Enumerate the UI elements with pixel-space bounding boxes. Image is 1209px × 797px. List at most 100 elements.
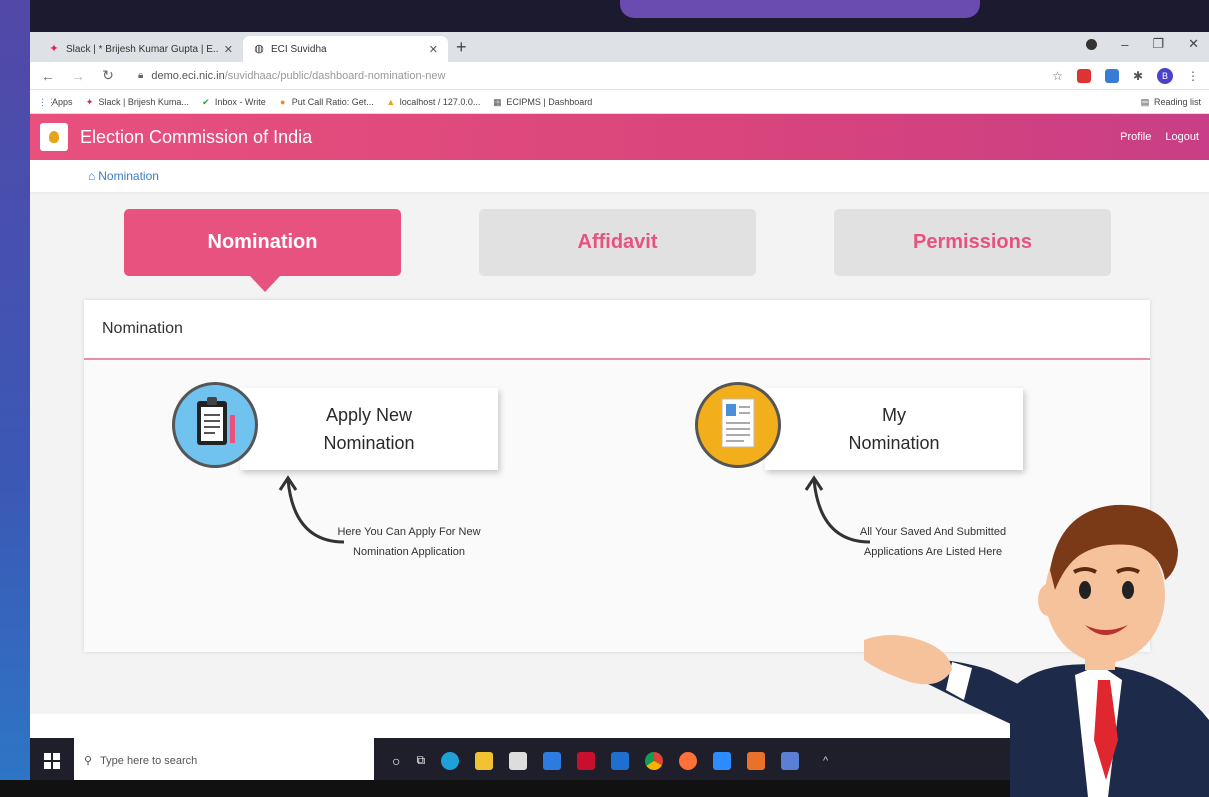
reload-button[interactable]: ↻ [100,67,116,84]
tab-permissions[interactable]: Permissions [834,209,1111,276]
firefox-icon[interactable] [679,751,698,770]
eci-logo [40,123,68,151]
orange-dot-icon: ● [280,96,286,107]
search-placeholder: Type here to search [100,754,198,767]
bookmark-label: Slack | Brijesh Kuma... [98,96,189,107]
outer-frame-top [0,0,1209,32]
taskbar-search[interactable]: ⚲ Type here to search [74,738,374,783]
close-window-button[interactable]: ✕ [1188,36,1199,52]
store-icon[interactable] [509,751,528,770]
header-links: Profile Logout [1120,131,1199,143]
close-tab-icon[interactable]: ✕ [429,43,438,56]
db-icon: ▲ [386,96,396,107]
tab-affidavit[interactable]: Affidavit [479,209,756,276]
extension-icon-1[interactable] [1076,68,1091,83]
app-title: Election Commission of India [80,126,313,147]
profile-avatar[interactable]: B [1157,67,1173,84]
apply-new-nomination-card[interactable]: Apply New Nomination [240,388,498,470]
app-l-icon[interactable] [543,751,562,770]
minimize-button[interactable]: – [1121,37,1128,52]
bookmark-inbox[interactable]: ✔ Inbox - Write [201,97,266,107]
browser-tab-eci[interactable]: ◍ ECI Suvidha ✕ [243,36,448,62]
start-button[interactable] [30,738,74,783]
bookmark-apps[interactable]: ⋮⋮ Apps [38,97,73,107]
my-nomination-card[interactable]: My Nomination [765,388,1023,470]
logout-link[interactable]: Logout [1165,131,1199,143]
windows-icon [44,752,60,769]
app-blue-icon[interactable] [781,751,800,770]
cortana-icon[interactable]: ○ [392,753,400,769]
bookmark-ecipms[interactable]: ▦ ECIPMS | Dashboard [492,97,592,107]
bookmarks-bar: ⋮⋮ Apps ✦ Slack | Brijesh Kuma... ✔ Inbo… [30,90,1209,114]
reading-list-label: Reading list [1153,96,1201,107]
apply-hint: Here You Can Apply For New Nomination Ap… [314,522,504,562]
task-view-icon[interactable]: ⧉ [416,753,425,768]
app-orange-icon[interactable] [747,751,766,770]
chrome-icon[interactable] [645,751,664,770]
browser-tab-slack[interactable]: ✦ Slack | * Brijesh Kumar Gupta | E... ✕ [38,36,243,62]
reading-list-icon: ▤ [1140,96,1150,107]
back-button[interactable]: ← [40,68,56,84]
clipboard-icon[interactable] [172,382,258,468]
forward-button[interactable]: → [70,68,86,84]
restore-button[interactable]: ❐ [1152,36,1164,52]
dashboard-icon: ▦ [493,96,502,107]
bookmark-label: Inbox - Write [214,96,266,107]
card-title-line2: Nomination [848,433,940,453]
presenter-mascot [864,504,1209,797]
card-title-line1: My [881,405,906,425]
document-icon[interactable] [695,382,781,468]
tab-title: ECI Suvidha [271,43,327,55]
bookmark-put-call[interactable]: ● Put Call Ratio: Get... [278,97,374,107]
mcafee-icon[interactable] [577,751,596,770]
zoom-icon[interactable] [713,751,732,770]
reading-list[interactable]: ▤ Reading list [1140,97,1201,107]
active-tab-pointer [250,276,280,292]
globe-icon: ◍ [254,43,264,55]
taskbar-icons: ○ ⧉ [392,751,800,770]
panel-title: Nomination [84,300,1150,360]
extension-icon-2[interactable] [1104,68,1119,83]
breadcrumb-nomination[interactable]: Nomination [98,169,159,183]
slack-icon: ✦ [85,96,94,107]
menu-kebab-icon[interactable]: ⋮ [1187,69,1199,83]
hint-line1: Here You Can Apply For New [337,526,481,538]
slack-icon: ✦ [49,43,59,55]
close-tab-icon[interactable]: ✕ [224,43,233,56]
breadcrumb: ⌂ Nomination [30,160,1209,194]
bookmark-star-icon[interactable]: ☆ [1052,69,1063,83]
tab-nomination[interactable]: Nomination [124,209,401,276]
browser-toolbar: ← → ↻ 🔒︎ demo.eci.nic.in/suvidhaac/publi… [30,62,1209,90]
home-icon[interactable]: ⌂ [88,169,95,183]
bookmark-slack[interactable]: ✦ Slack | Brijesh Kuma... [85,97,189,107]
bookmark-label: Put Call Ratio: Get... [291,96,374,107]
card-title-line1: Apply New [325,405,413,425]
edge-icon[interactable] [441,751,460,770]
card-title-line2: Nomination [323,433,415,453]
url-domain: demo.eci.nic.in [151,69,225,82]
file-explorer-icon[interactable] [475,751,494,770]
bookmark-localhost[interactable]: ▲ localhost / 127.0.0... [386,96,481,107]
hint-line2: Nomination Application [353,546,465,558]
record-indicator-icon [1086,38,1098,50]
tab-strip: ✦ Slack | * Brijesh Kumar Gupta | E... ✕… [30,32,1209,62]
bookmark-label: localhost / 127.0.0... [399,96,481,107]
bookmark-label: ECIPMS | Dashboard [506,96,593,107]
outer-frame-left [0,0,30,797]
profile-link[interactable]: Profile [1120,131,1151,143]
apps-icon: ⋮⋮ [38,96,56,107]
tab-title: Slack | * Brijesh Kumar Gupta | E... [66,43,218,55]
check-icon: ✔ [202,96,210,107]
new-tab-button[interactable]: + [456,37,467,58]
system-tray-arrow-icon[interactable]: ^ [823,755,828,767]
mail-icon[interactable] [611,751,630,770]
window-controls: – ❐ ✕ [1086,36,1199,52]
search-icon: ⚲ [84,755,93,767]
app-header: Election Commission of India Profile Log… [30,114,1209,160]
extensions-area: ☆ ✱ B ⋮ [1052,67,1199,84]
url-path: /suvidhaac/public/dashboard-nomination-n… [224,69,446,82]
address-bar[interactable]: 🔒︎ demo.eci.nic.in/suvidhaac/public/dash… [130,65,1038,87]
frame-decoration [620,0,980,18]
lock-icon: 🔒︎ [138,70,144,81]
puzzle-icon[interactable]: ✱ [1133,69,1143,83]
